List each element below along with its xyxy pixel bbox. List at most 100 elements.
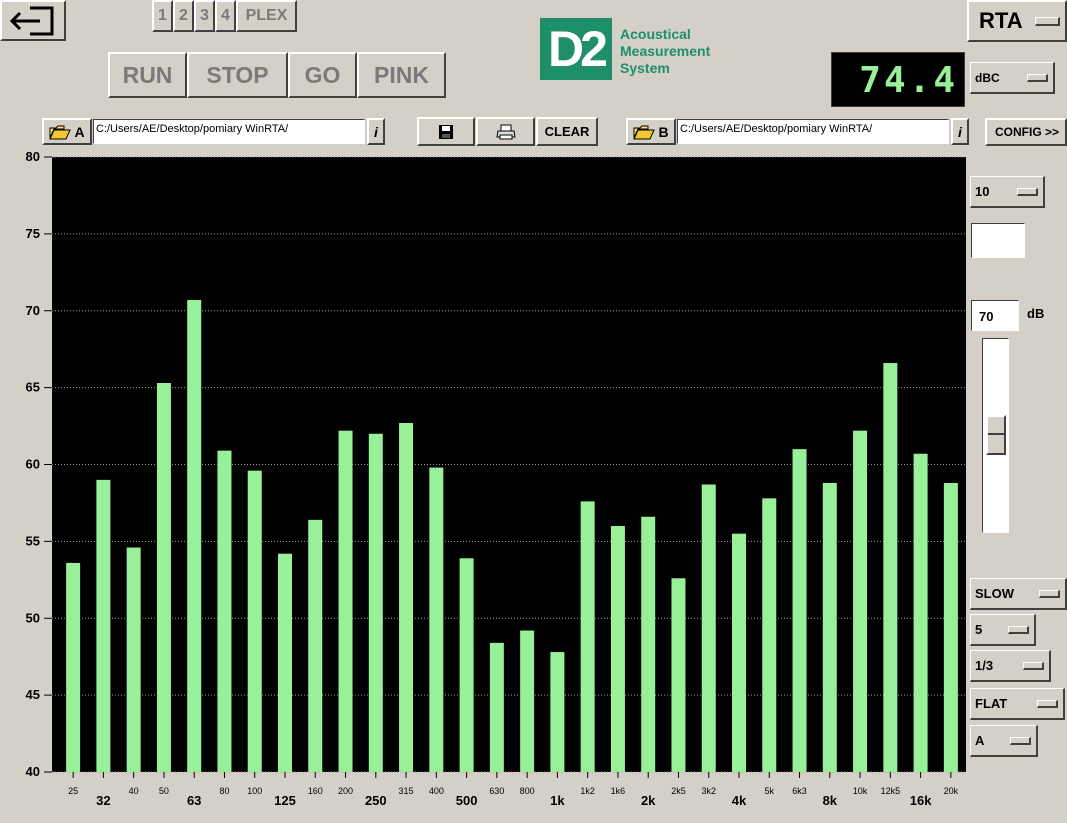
weighting-label: dBC bbox=[975, 70, 1000, 85]
bar-50 bbox=[156, 383, 171, 772]
channel-2-button[interactable]: 2 bbox=[173, 0, 194, 32]
channel-3-button[interactable]: 3 bbox=[194, 0, 215, 32]
x-tick-label: 250 bbox=[365, 793, 387, 808]
band-label: 1/3 bbox=[975, 658, 994, 673]
slider-thumb[interactable] bbox=[986, 415, 1006, 455]
plex-button[interactable]: PLEX bbox=[236, 0, 297, 32]
x-tick-label: 8k bbox=[823, 793, 838, 808]
config-button[interactable]: CONFIG >> bbox=[985, 118, 1067, 146]
rta-chart: 40 45 50 55 60 65 70 75 80 25 32 40 50 63 80 100 125 160 2… bbox=[26, 150, 966, 808]
bar-500 bbox=[459, 558, 474, 772]
dropdown-icon bbox=[1027, 73, 1048, 82]
dropdown-icon bbox=[1010, 736, 1031, 745]
print-button[interactable] bbox=[476, 117, 535, 146]
x-tick-label: 200 bbox=[338, 786, 353, 796]
x-tick-label: 80 bbox=[219, 786, 229, 796]
x-tick-label: 12k5 bbox=[881, 786, 901, 796]
weighting-dropdown[interactable]: dBC bbox=[970, 62, 1055, 94]
printer-icon bbox=[495, 124, 516, 139]
average-dropdown[interactable]: 5 bbox=[970, 614, 1036, 646]
dropdown-icon bbox=[1023, 661, 1044, 670]
dropdown-icon bbox=[1037, 699, 1058, 708]
range-blank-field[interactable] bbox=[971, 223, 1025, 258]
bar-100 bbox=[247, 470, 262, 772]
x-tick-label: 160 bbox=[308, 786, 323, 796]
run-button[interactable]: RUN bbox=[108, 52, 187, 98]
bar-8k bbox=[822, 482, 837, 772]
logo: D2 Acoustical Measurement System bbox=[540, 18, 750, 84]
range-label: 10 bbox=[975, 184, 990, 199]
x-tick-label: 1k bbox=[550, 793, 565, 808]
save-button[interactable] bbox=[417, 117, 475, 146]
bar-32 bbox=[96, 479, 111, 772]
x-tick-label: 500 bbox=[456, 793, 478, 808]
bar-12k5 bbox=[883, 363, 898, 772]
x-tick-label: 10k bbox=[853, 786, 868, 796]
range-dropdown[interactable]: 10 bbox=[970, 176, 1045, 208]
speed-label: SLOW bbox=[975, 586, 1014, 601]
bar-200 bbox=[338, 430, 353, 772]
bar-63 bbox=[187, 299, 202, 772]
go-button[interactable]: GO bbox=[288, 52, 357, 98]
file-a-path[interactable]: C:/Users/AE/Desktop/pomiary WinRTA/ bbox=[93, 119, 365, 144]
y-tick-label: 75 bbox=[26, 226, 40, 241]
bar-630 bbox=[489, 642, 504, 772]
dropdown-icon bbox=[1008, 625, 1029, 634]
channel-label: A bbox=[975, 733, 985, 748]
x-tick-label: 1k2 bbox=[580, 786, 595, 796]
config-label: CONFIG >> bbox=[995, 125, 1060, 139]
x-tick-label: 5k bbox=[765, 786, 775, 796]
bar-160 bbox=[308, 519, 323, 772]
bar-25 bbox=[66, 562, 81, 772]
ref-level-input[interactable]: 70 bbox=[971, 300, 1019, 331]
clear-button[interactable]: CLEAR bbox=[536, 117, 598, 146]
file-b-info-button[interactable]: i bbox=[951, 118, 969, 145]
y-tick-label: 70 bbox=[26, 303, 40, 318]
back-button[interactable] bbox=[0, 0, 66, 41]
bar-315 bbox=[399, 422, 414, 772]
channel-1-button[interactable]: 1 bbox=[152, 0, 173, 32]
x-tick-label: 630 bbox=[489, 786, 504, 796]
mode-dropdown[interactable]: RTA bbox=[967, 0, 1067, 42]
channel-4-button[interactable]: 4 bbox=[215, 0, 236, 32]
band-dropdown[interactable]: 1/3 bbox=[970, 650, 1051, 682]
file-b-label: B bbox=[658, 123, 669, 140]
y-tick-label: 60 bbox=[26, 457, 40, 472]
bar-400 bbox=[429, 467, 444, 772]
bar-6k3 bbox=[792, 449, 807, 772]
x-tick-label: 1k6 bbox=[611, 786, 626, 796]
x-tick-label: 315 bbox=[399, 786, 414, 796]
x-tick-label: 125 bbox=[274, 793, 296, 808]
logo-line-1: Acoustical bbox=[620, 26, 691, 42]
open-file-b-button[interactable]: B bbox=[626, 118, 676, 145]
stop-button[interactable]: STOP bbox=[187, 52, 288, 98]
x-tick-label: 4k bbox=[732, 793, 747, 808]
logo-line-3: System bbox=[620, 60, 670, 76]
bar-20k bbox=[943, 482, 958, 772]
x-tick-label: 3k2 bbox=[701, 786, 716, 796]
ref-level-slider[interactable] bbox=[982, 338, 1009, 533]
y-tick-label: 50 bbox=[26, 610, 40, 625]
bar-2k bbox=[641, 516, 656, 772]
bar-2k5 bbox=[671, 578, 686, 772]
bar-16k bbox=[913, 453, 928, 772]
pink-button[interactable]: PINK bbox=[357, 52, 446, 98]
file-b-path[interactable]: C:/Users/AE/Desktop/pomiary WinRTA/ bbox=[677, 119, 949, 144]
x-tick-label: 16k bbox=[910, 793, 932, 808]
open-file-a-button[interactable]: A bbox=[42, 118, 92, 145]
file-a-info-button[interactable]: i bbox=[367, 118, 385, 145]
x-tick-label: 800 bbox=[520, 786, 535, 796]
bar-1k bbox=[550, 652, 565, 772]
bar-800 bbox=[520, 630, 535, 772]
dropdown-icon bbox=[1034, 16, 1060, 26]
dropdown-icon bbox=[1039, 589, 1060, 598]
bar-40 bbox=[126, 547, 141, 772]
y-tick-label: 45 bbox=[26, 687, 40, 702]
speed-dropdown[interactable]: SLOW bbox=[970, 578, 1067, 610]
y-tick-label: 55 bbox=[26, 533, 40, 548]
file-a-label: A bbox=[74, 123, 85, 140]
curve-dropdown[interactable]: FLAT bbox=[970, 688, 1065, 720]
x-tick-label: 63 bbox=[187, 793, 201, 808]
x-tick-label: 50 bbox=[159, 786, 169, 796]
channel-dropdown[interactable]: A bbox=[970, 725, 1038, 757]
